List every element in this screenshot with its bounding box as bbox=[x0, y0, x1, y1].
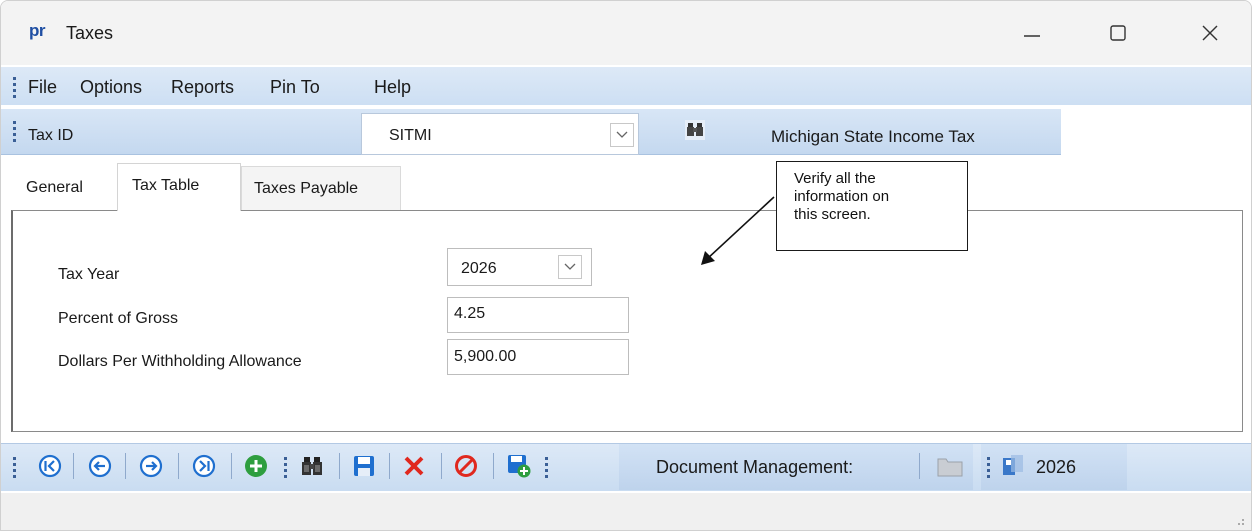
menu-reports[interactable]: Reports bbox=[171, 77, 234, 98]
delete-button[interactable] bbox=[401, 453, 427, 479]
previous-record-icon bbox=[88, 454, 112, 478]
toolbar-separator bbox=[231, 453, 232, 479]
toolbar-grip-icon[interactable] bbox=[545, 457, 549, 478]
minimize-button[interactable] bbox=[1003, 13, 1061, 53]
status-bar bbox=[1, 493, 1251, 530]
tab-taxes-payable[interactable]: Taxes Payable bbox=[241, 166, 401, 210]
dollars-per-allowance-label: Dollars Per Withholding Allowance bbox=[58, 353, 302, 370]
tax-id-lookup-button[interactable] bbox=[685, 120, 705, 140]
maximize-button[interactable] bbox=[1089, 13, 1147, 53]
menu-grip-icon[interactable] bbox=[13, 77, 17, 98]
instruction-callout: Verify all the information on this scree… bbox=[776, 161, 968, 251]
next-record-icon bbox=[139, 454, 163, 478]
maximize-icon bbox=[1110, 25, 1126, 41]
toolbar-separator bbox=[339, 453, 340, 479]
payroll-year-button[interactable] bbox=[1001, 453, 1027, 479]
payroll-logo-icon bbox=[1003, 455, 1023, 475]
menu-pin-to[interactable]: Pin To bbox=[270, 77, 320, 98]
previous-record-button[interactable] bbox=[87, 453, 113, 479]
toolbar-year: 2026 bbox=[1036, 457, 1077, 477]
chevron-down-icon bbox=[564, 263, 576, 270]
cancel-icon bbox=[455, 455, 477, 477]
toolbar-separator bbox=[389, 453, 390, 479]
add-record-button[interactable] bbox=[243, 453, 269, 479]
toolbar-separator bbox=[919, 453, 920, 479]
menu-options[interactable]: Options bbox=[80, 77, 142, 98]
callout-line: information on bbox=[794, 188, 890, 205]
toolbar-grip-icon[interactable] bbox=[284, 457, 288, 478]
percent-of-gross-value[interactable]: 4.25 bbox=[454, 305, 485, 323]
toolbar-separator bbox=[441, 453, 442, 479]
save-button[interactable] bbox=[351, 453, 377, 479]
first-record-button[interactable] bbox=[37, 453, 63, 479]
app-logo-icon: pr bbox=[29, 21, 46, 40]
tax-year-label: Tax Year bbox=[58, 266, 120, 283]
first-record-icon bbox=[38, 454, 62, 478]
toolbar-grip-icon[interactable] bbox=[13, 457, 17, 478]
tax-id-value[interactable]: SITMI bbox=[389, 127, 432, 145]
dollars-per-allowance-value[interactable]: 5,900.00 bbox=[454, 348, 516, 366]
close-button[interactable] bbox=[1181, 13, 1239, 53]
callout-line: this screen. bbox=[794, 206, 871, 223]
title-bar: pr Taxes bbox=[1, 1, 1251, 65]
taxes-window: pr Taxes File Options Reports Pin To Hel… bbox=[0, 0, 1252, 531]
menu-file[interactable]: File bbox=[28, 77, 57, 98]
document-folder-button[interactable] bbox=[937, 453, 963, 479]
tax-year-value[interactable]: 2026 bbox=[461, 260, 497, 278]
folder-icon bbox=[937, 458, 963, 477]
tax-id-dropdown-button[interactable] bbox=[610, 123, 634, 147]
add-icon bbox=[245, 455, 267, 477]
callout-arrow-icon bbox=[701, 196, 775, 265]
last-record-icon bbox=[192, 454, 216, 478]
tax-year-dropdown-button[interactable] bbox=[558, 255, 582, 279]
taxbar-grip-icon[interactable] bbox=[13, 121, 17, 142]
tab-general[interactable]: General bbox=[13, 166, 117, 210]
resize-grip-icon[interactable] bbox=[1233, 514, 1245, 526]
binoculars-icon bbox=[685, 120, 705, 140]
tax-description: Michigan State Income Tax bbox=[771, 127, 975, 146]
toolbar-separator bbox=[125, 453, 126, 479]
toolbar-grip-icon[interactable] bbox=[987, 457, 991, 478]
save-icon bbox=[354, 456, 374, 476]
toolbar-separator bbox=[178, 453, 179, 479]
last-record-button[interactable] bbox=[191, 453, 217, 479]
tax-id-label: Tax ID bbox=[28, 127, 74, 144]
delete-icon bbox=[404, 456, 424, 476]
find-record-button[interactable] bbox=[299, 453, 325, 479]
document-management-label: Document Management: bbox=[656, 457, 854, 477]
percent-of-gross-label: Percent of Gross bbox=[58, 310, 179, 327]
tab-tax-table[interactable]: Tax Table bbox=[117, 163, 241, 211]
chevron-down-icon bbox=[616, 131, 628, 138]
save-and-new-icon bbox=[508, 455, 531, 478]
next-record-button[interactable] bbox=[138, 453, 164, 479]
menu-help[interactable]: Help bbox=[374, 77, 411, 98]
cancel-button[interactable] bbox=[453, 453, 479, 479]
save-and-new-button[interactable] bbox=[506, 453, 532, 479]
callout-line: Verify all the bbox=[794, 170, 876, 187]
toolbar-separator bbox=[73, 453, 74, 479]
minimize-icon bbox=[1024, 35, 1040, 37]
binoculars-icon bbox=[302, 457, 322, 475]
window-title: Taxes bbox=[66, 23, 114, 43]
toolbar-separator bbox=[493, 453, 494, 479]
close-icon bbox=[1202, 25, 1218, 41]
